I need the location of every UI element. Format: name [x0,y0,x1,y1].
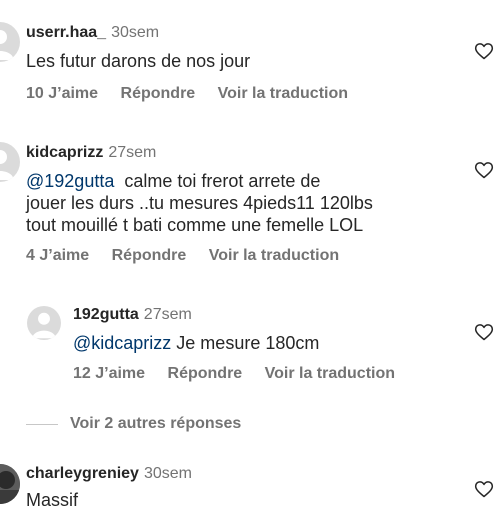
heart-icon[interactable] [474,160,494,180]
comment-username[interactable]: 192gutta 27sem [73,306,192,324]
reply-button[interactable]: Répondre [121,85,196,102]
comment-text-line: jouer les durs ..tu mesures 4pieds11 120… [26,193,373,213]
comment-text: @192gutta calme toi frerot arrete de [26,171,321,191]
like-count[interactable]: 10 J’aime [26,85,98,102]
comment-text-line: tout mouillé t bati comme une femelle LO… [26,215,364,235]
avatar[interactable] [0,22,20,62]
replies-divider [26,424,58,425]
comment-text: @kidcaprizz Je mesure 180cm [73,333,320,353]
comment-actions: 10 J’aime Répondre Voir la traduction [26,85,348,103]
heart-icon[interactable] [474,479,494,499]
comment-timestamp: 27sem [108,144,157,161]
see-translation-button[interactable]: Voir la traduction [209,247,339,264]
user-silhouette-icon [0,30,14,60]
comment-text: Massif [26,490,79,510]
comment-actions: 12 J’aime Répondre Voir la traduction [73,365,395,383]
view-more-replies-button[interactable]: Voir 2 autres réponses [70,415,241,433]
see-translation-button[interactable]: Voir la traduction [265,365,395,382]
like-count[interactable]: 4 J’aime [26,247,89,264]
user-silhouette-icon [0,150,14,180]
user-silhouette-icon [32,312,56,339]
comment-username[interactable]: userr.haa_ 30sem [26,24,159,42]
comment-timestamp: 30sem [143,465,192,482]
heart-icon[interactable] [474,41,494,61]
avatar[interactable] [0,464,20,504]
reply-button[interactable]: Répondre [112,247,187,264]
comment-timestamp: 27sem [143,306,192,323]
comment-timestamp: 30sem [111,24,160,41]
comment-text: Les futur darons de nos jour [26,51,251,71]
mention-link[interactable]: @192gutta [26,171,114,191]
avatar[interactable] [27,306,61,340]
see-translation-button[interactable]: Voir la traduction [218,85,348,102]
comment-username[interactable]: charleygreniey 30sem [26,465,192,483]
profile-photo [0,464,20,504]
heart-icon[interactable] [474,322,494,342]
avatar[interactable] [0,142,20,182]
comment-actions: 4 J’aime Répondre Voir la traduction [26,247,339,265]
reply-button[interactable]: Répondre [168,365,243,382]
like-count[interactable]: 12 J’aime [73,365,145,382]
mention-link[interactable]: @kidcaprizz [73,333,171,353]
comment-username[interactable]: kidcaprizz 27sem [26,144,156,162]
